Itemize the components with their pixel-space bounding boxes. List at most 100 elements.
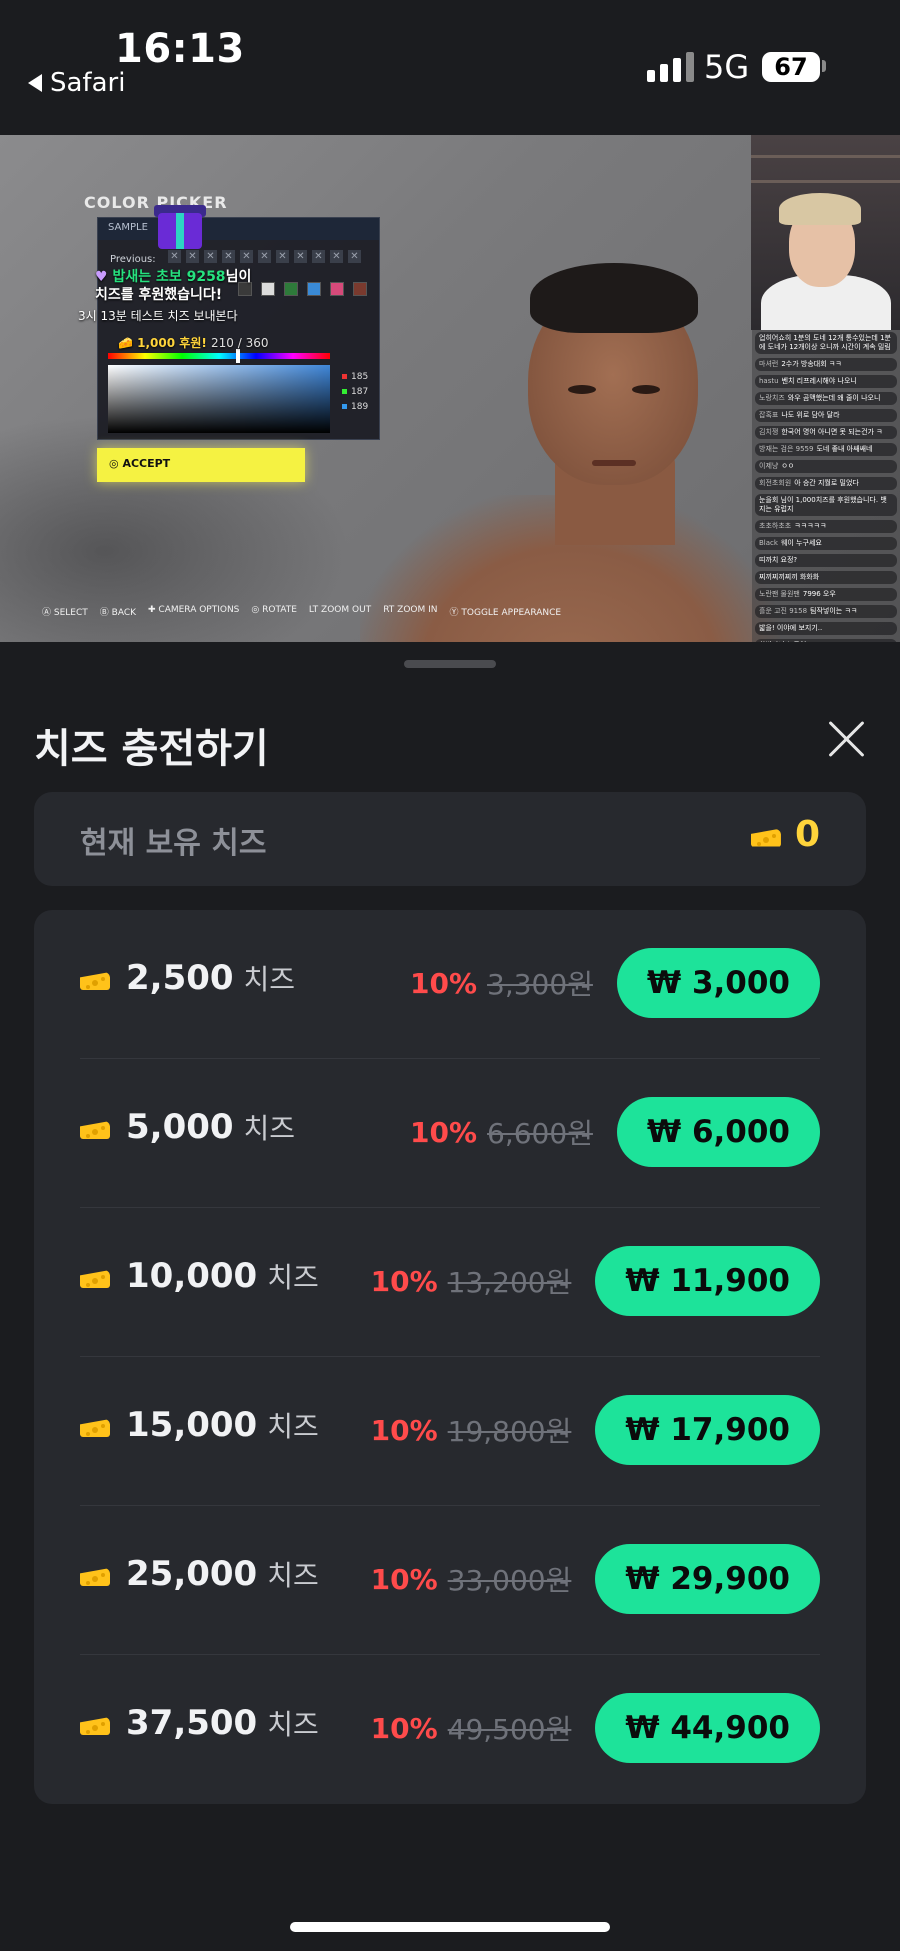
live-stream-video[interactable]: COLOR PICKER SAMPLE Previous: ✕ ✕ ✕ ✕ ✕ ✕ ✕ ✕ ✕ ✕…	[0, 135, 900, 642]
buy-button[interactable]: ₩ 6,000	[616, 1097, 820, 1167]
package-row: 15,000 치즈 10% 19,800원 ₩ 17,900	[80, 1357, 820, 1506]
chat-message: 마셔런 2수가 방송대회 ㅋㅋ	[755, 358, 897, 371]
chat-text: ㅋㅋㅋㅋㅋ	[794, 522, 827, 530]
chat-text: 벤치 리프레시해야 나오니	[781, 377, 857, 385]
cheese-icon	[80, 1562, 110, 1586]
cheese-unit: 치즈	[267, 1708, 319, 1741]
character-eye-right	[632, 385, 660, 394]
discount-badge: 10%	[410, 966, 478, 1000]
hint-select: Ⓐ SELECT	[42, 608, 88, 618]
cheese-amount: 10,000	[126, 1256, 258, 1296]
cheese-icon	[751, 823, 781, 847]
package-amount: 5,000 치즈	[80, 1107, 295, 1147]
chat-text: 찌끼찌끼찌끼 화화화	[759, 573, 820, 581]
price-area: 10% 6,600원 ₩ 6,000	[410, 1097, 820, 1167]
chat-text: 팀작넣이는 ㅋㅋ	[810, 607, 858, 615]
cheese-unit: 치즈	[267, 1559, 319, 1592]
cheese-unit: 치즈	[267, 1410, 319, 1443]
back-app-label: Safari	[50, 68, 126, 98]
sheet-grabber[interactable]	[404, 660, 496, 668]
buy-button[interactable]: ₩ 17,900	[595, 1395, 820, 1465]
chat-nick: 노란팬 물원팬	[759, 590, 800, 598]
original-price: 3,300원	[487, 968, 593, 1001]
chat-nick: 흘운 고진 9158	[759, 607, 808, 615]
chat-nick: 이제냥	[759, 462, 779, 470]
donation-line2: 치즈를 후원했습니다!	[95, 287, 223, 303]
package-row: 37,500 치즈 10% 49,500원 ₩ 44,900	[80, 1655, 820, 1804]
chat-message: Black 웨이 누구세요	[755, 537, 897, 550]
network-type: 5G	[704, 48, 750, 86]
chat-text: 나도 위로 담아 달라	[781, 411, 840, 419]
chat-text: 도네 좋내 아쌔쌔네	[816, 445, 873, 453]
donation-suffix: 님이	[225, 269, 252, 285]
chat-message: 초초하초초 ㅋㅋㅋㅋㅋ	[755, 520, 897, 533]
color-swatches	[238, 282, 367, 296]
rgb-values: 185 187 189	[342, 370, 368, 415]
package-amount: 2,500 치즈	[80, 958, 295, 998]
price-area: 10% 19,800원 ₩ 17,900	[371, 1395, 820, 1465]
cheese-amount: 25,000	[126, 1554, 258, 1594]
price-area: 10% 3,300원 ₩ 3,000	[410, 948, 820, 1018]
cheese-icon	[80, 1711, 110, 1735]
cheese-amount: 5,000	[126, 1107, 234, 1147]
discount-badge: 10%	[370, 1711, 438, 1745]
original-price: 6,600원	[487, 1117, 593, 1150]
chat-nick: 잡혹표	[759, 411, 779, 419]
back-to-safari-button[interactable]: Safari	[28, 68, 125, 98]
chat-text: 한국어 명어 아니면 못 되는건가 ㅋ	[781, 428, 883, 436]
cellular-signal-icon	[647, 52, 694, 82]
close-icon[interactable]	[826, 718, 868, 760]
chat-text: 와우 곰맥했는데 왜 줄이 나오니	[787, 394, 881, 402]
chat-message: 찌끼찌끼찌끼 화화화	[755, 571, 897, 584]
balance-value: 0	[751, 814, 820, 855]
buy-button[interactable]: ₩ 3,000	[616, 948, 820, 1018]
buy-button[interactable]: ₩ 29,900	[595, 1544, 820, 1614]
cheese-icon	[80, 1413, 110, 1437]
package-row: 10,000 치즈 10% 13,200원 ₩ 11,900	[80, 1208, 820, 1357]
package-amount: 15,000 치즈	[80, 1405, 319, 1445]
balance-amount: 0	[794, 814, 820, 855]
hint-rotate: ◎ ROTATE	[251, 605, 297, 615]
controller-hints: Ⓐ SELECT Ⓑ BACK ✚ CAMERA OPTIONS ◎ ROTAT…	[42, 605, 561, 618]
home-indicator[interactable]	[290, 1922, 610, 1932]
chat-message: 띠까치 요정?	[755, 554, 897, 567]
package-row: 5,000 치즈 10% 6,600원 ₩ 6,000	[80, 1059, 820, 1208]
hue-slider	[108, 353, 330, 359]
original-price: 19,800원	[447, 1415, 572, 1448]
gift-box-icon	[148, 195, 212, 251]
chat-text: 눈을회 님이 1,000치즈를 후원했습니다. 뱃지는 유럽지	[759, 496, 887, 513]
original-price: 49,500원	[447, 1713, 572, 1746]
package-row: 25,000 치즈 10% 33,000원 ₩ 29,900	[80, 1506, 820, 1655]
accept-button: ◎ ACCEPT	[97, 448, 305, 482]
hint-back: Ⓑ BACK	[99, 608, 136, 618]
chat-text: 7996 오우	[802, 590, 836, 598]
character-mouth	[592, 460, 636, 466]
package-row: 2,500 치즈 10% 3,300원 ₩ 3,000	[80, 910, 820, 1059]
cheese-icon: 🧀	[118, 336, 133, 350]
chat-nick: 방재는 검은 9559	[759, 445, 814, 453]
chat-message: 노랑치즈 와우 곰맥했는데 왜 줄이 나오니	[755, 392, 897, 405]
chat-message: 방재는 검은 9559 도네 좋내 아쌔쌔네	[755, 443, 897, 456]
chat-text: 업히어쇼히 1분의 도네 12개 통수있는데 1분에 도네가 12개이상 오니까…	[759, 334, 891, 351]
cheese-icon	[80, 1264, 110, 1288]
cheese-package-list: 2,500 치즈 10% 3,300원 ₩ 3,000 5,000 치즈 10% 6,600원 ₩…	[34, 910, 866, 1804]
cheese-icon	[80, 966, 110, 990]
battery-tip	[822, 60, 826, 72]
donation-message: 3시 13분 테스트 치즈 보내본다	[78, 309, 238, 323]
cheese-unit: 치즈	[267, 1261, 319, 1294]
buy-button[interactable]: ₩ 11,900	[595, 1246, 820, 1316]
donation-user: 밥새는 초보 9258	[112, 269, 226, 285]
chat-message: 업히어쇼히 1분의 도네 12개 통수있는데 1분에 도네가 12개이상 오니까…	[755, 332, 897, 354]
chat-nick: 마셔런	[759, 360, 779, 368]
battery-icon: 67	[762, 52, 820, 82]
back-arrow-icon	[28, 74, 42, 92]
chat-message: 눈을회 님이 1,000치즈를 후원했습니다. 뱃지는 유럽지	[755, 494, 897, 516]
buy-button[interactable]: ₩ 44,900	[595, 1693, 820, 1763]
price-area: 10% 49,500원 ₩ 44,900	[371, 1693, 820, 1763]
chat-text: 띠까치 요정?	[759, 556, 798, 564]
cheese-unit: 치즈	[243, 963, 296, 996]
chat-message: 노란팬 물원팬 7996 오우	[755, 588, 897, 601]
chat-nick: hastu	[759, 377, 779, 385]
previous-label: Previous:	[110, 254, 156, 265]
status-bar: 16:13 Safari 5G 67	[0, 0, 900, 135]
